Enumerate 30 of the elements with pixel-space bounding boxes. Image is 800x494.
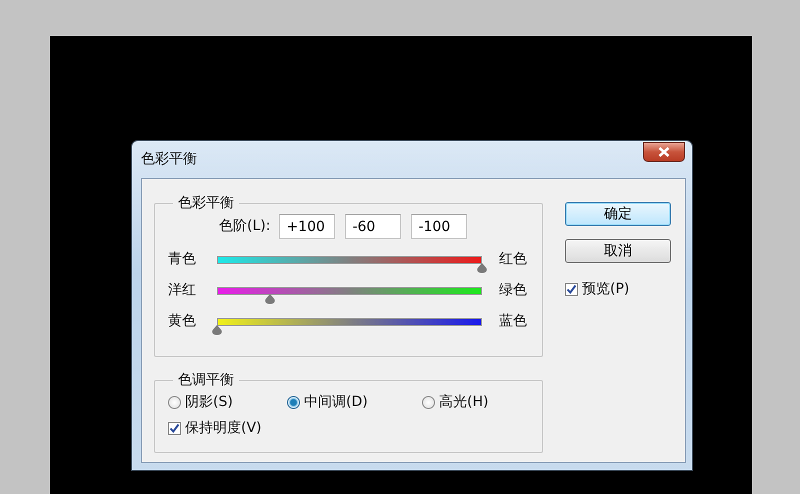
dialog-button[interactable]: 取消 [565,239,671,263]
radio-option[interactable]: 中间调(D) [287,392,422,413]
dialog-button[interactable]: 确定 [565,202,671,226]
checkbox[interactable] [565,283,578,296]
levels-label: 色阶(L): [219,217,270,236]
radio-button[interactable] [168,396,181,409]
color-label: 蓝色 [499,312,527,331]
color-label: 黄色 [167,312,197,331]
radio-button[interactable] [422,396,435,409]
level-input[interactable]: -100 [411,214,468,239]
checkbox-label: 预览(P) [582,280,630,299]
window-title: 色彩平衡 [141,150,197,169]
color-label: 红色 [499,250,527,269]
slider-thumb[interactable] [212,324,222,334]
radio-option[interactable]: 高光(H) [422,392,488,413]
close-button[interactable] [643,142,685,162]
checkbox[interactable] [168,422,181,435]
checkbox-label: 保持明度(V) [185,419,262,438]
level-input[interactable]: -60 [345,214,402,239]
slider-thumb[interactable] [264,294,276,304]
color-label: 青色 [167,250,197,269]
level-input[interactable]: +100 [279,214,336,239]
group-title: 色彩平衡 [177,194,235,212]
radio-option[interactable]: 阴影(S) [168,392,287,413]
color-label: 洋红 [167,281,197,300]
color-label: 绿色 [499,281,527,300]
close-icon [658,147,670,157]
radio-button[interactable] [287,396,300,409]
group-title: 色调平衡 [177,371,235,389]
slider-thumb[interactable] [476,262,488,272]
